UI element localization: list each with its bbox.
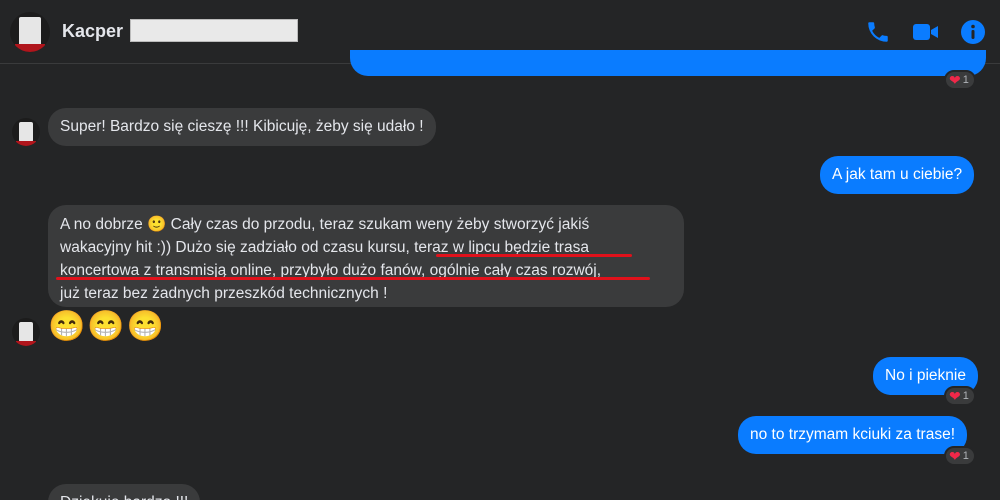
video-camera-icon[interactable] — [912, 18, 940, 46]
heart-reaction-icon: ❤ — [949, 388, 961, 404]
outgoing-message[interactable]: no to trzymam kciuki za trase! — [738, 416, 968, 454]
incoming-message[interactable]: Super! Bardzo się cieszę !!! Kibicuję, ż… — [48, 108, 436, 146]
reaction-count: 1 — [962, 390, 969, 402]
incoming-message-partial[interactable]: Dziękuje bardzo !!! — [48, 484, 201, 500]
reaction-badge[interactable]: ❤ 1 — [944, 386, 976, 406]
reaction-badge[interactable]: ❤ 1 — [944, 446, 976, 466]
outgoing-message-partial[interactable] — [350, 50, 986, 76]
heart-reaction-icon: ❤ — [949, 72, 961, 88]
contact-avatar[interactable] — [10, 12, 50, 52]
highlight-underline — [56, 277, 650, 280]
message-line: już teraz bez żadnych przeszkód technicz… — [60, 285, 388, 302]
info-icon[interactable] — [959, 18, 987, 46]
sender-avatar[interactable] — [12, 318, 40, 346]
highlight-underline — [436, 254, 632, 257]
reaction-badge[interactable]: ❤ 1 — [944, 70, 976, 90]
contact-name[interactable]: Kacper — [62, 21, 123, 42]
outgoing-message[interactable]: A jak tam u ciebie? — [820, 156, 975, 194]
reaction-count: 1 — [962, 450, 969, 462]
message-line: A no dobrze 🙂 Cały czas do przodu, teraz… — [60, 216, 590, 233]
heart-reaction-icon: ❤ — [949, 448, 961, 464]
reaction-count: 1 — [962, 74, 969, 86]
redacted-surname-block — [130, 19, 298, 42]
phone-icon[interactable] — [864, 18, 892, 46]
sender-avatar[interactable] — [12, 118, 40, 146]
emoji-message[interactable]: 😁😁😁 — [48, 309, 166, 345]
